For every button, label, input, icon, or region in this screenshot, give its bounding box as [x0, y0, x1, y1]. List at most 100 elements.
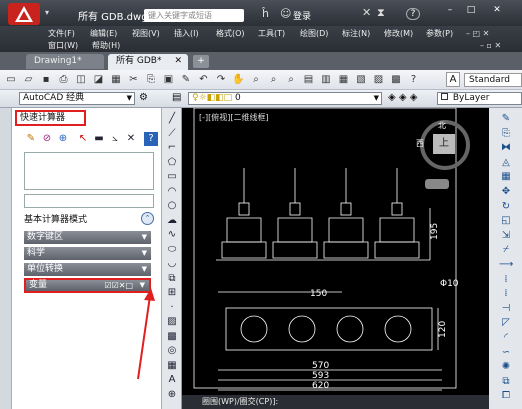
exchange-icon[interactable]: ✕ [362, 6, 371, 19]
mtext-icon[interactable]: A [165, 373, 179, 387]
mode-toggle-button[interactable]: ⌃ [141, 212, 154, 225]
paste-icon[interactable]: ✕ [124, 132, 138, 146]
tab-active[interactable]: 所有 GDB* ✕ [108, 54, 188, 70]
pan-icon[interactable]: ✋ [232, 73, 246, 86]
help-icon[interactable]: ? [144, 132, 158, 146]
login-link[interactable]: 登录 [293, 9, 311, 22]
fillet-icon[interactable]: ◜ [499, 331, 513, 345]
menu-item[interactable]: 视图(V) [132, 28, 160, 39]
zoom-icon[interactable]: ⌕ [249, 73, 263, 86]
copy-icon[interactable]: ⎘ [144, 73, 158, 86]
redo-icon[interactable]: ↷ [214, 73, 228, 86]
ellipse-arc-icon[interactable]: ◡ [165, 257, 179, 271]
section-numpad[interactable]: 数字键区 ▼ [24, 231, 151, 244]
extend-icon[interactable]: ⟶ [499, 258, 513, 272]
workspace-select[interactable]: AutoCAD 经典 ▼ [19, 92, 135, 105]
offset-icon[interactable]: ◬ [499, 156, 513, 170]
app-menu-button[interactable] [8, 3, 40, 25]
rotate-icon[interactable]: ↻ [499, 200, 513, 214]
new-tab-button[interactable]: + [193, 55, 209, 68]
connect-icon[interactable]: ⧗ [377, 6, 385, 20]
copy-icon[interactable]: ⎘ [499, 127, 513, 141]
make-block-icon[interactable]: ⊞ [165, 286, 179, 300]
history-area[interactable] [24, 152, 154, 190]
color-select[interactable]: ByLayer [437, 92, 522, 105]
preview-icon[interactable]: ◫ [74, 73, 88, 86]
clear-icon[interactable]: ✎ [24, 132, 38, 146]
variable-tools-icons[interactable]: ☑☑✕□ [104, 280, 133, 291]
doc-window-controls-2[interactable]: – ▫ ✕ [480, 41, 501, 50]
distance-icon[interactable]: ↖ [76, 132, 90, 146]
ellipse-icon[interactable]: ⬭ [165, 243, 179, 257]
tab-drawing1[interactable]: Drawing1* [26, 54, 104, 69]
undo-icon[interactable]: ↶ [197, 73, 211, 86]
viewcube[interactable]: 上 北 西 [416, 120, 470, 170]
minimize-button[interactable]: – [441, 5, 459, 19]
text-style-icon[interactable]: A [446, 72, 460, 87]
line-icon[interactable]: ╱ [165, 112, 179, 126]
revcloud-icon[interactable]: ☁ [165, 214, 179, 228]
break-icon[interactable]: ⁞ [499, 287, 513, 301]
polyline-icon[interactable]: ⌐ [165, 141, 179, 155]
zoom-window-icon[interactable]: ⌕ [267, 73, 281, 86]
publish-icon[interactable]: ▦ [109, 73, 123, 86]
break-point-icon[interactable]: ⁞ [499, 273, 513, 287]
arc-icon[interactable]: ◠ [165, 185, 179, 199]
menu-item[interactable]: 参数(P) [426, 28, 453, 39]
move-icon[interactable]: ✥ [499, 185, 513, 199]
text-style-select[interactable]: Standard [464, 73, 522, 87]
clear-history-icon[interactable]: ⊘ [40, 132, 54, 146]
binoculars-icon[interactable]: ĥ [262, 7, 269, 20]
construction-line-icon[interactable]: ⟋ [165, 127, 179, 141]
group-icon[interactable]: ⧠ [499, 389, 513, 403]
sheetset-icon[interactable]: ▧ [354, 73, 368, 86]
layer-tools-icons[interactable]: ◈ ◈ ◈ [388, 92, 417, 103]
viewcube-top-face[interactable]: 上 [433, 134, 455, 154]
gradient-icon[interactable]: ▩ [165, 330, 179, 344]
save-icon[interactable]: ▪ [39, 73, 53, 86]
designcenter-icon[interactable]: ▥ [319, 73, 333, 86]
search-input[interactable]: 键入关键字或短语 [144, 9, 244, 22]
workspace-settings-icon[interactable]: ⚙ [139, 92, 148, 103]
help-button[interactable]: ? [406, 8, 420, 20]
menu-item[interactable]: 插入(I) [174, 28, 199, 39]
menu-item[interactable]: 格式(O) [216, 28, 245, 39]
intersection-icon[interactable]: ⦣ [108, 132, 122, 146]
circle-icon[interactable]: ○ [165, 199, 179, 213]
chamfer-icon[interactable]: ◸ [499, 316, 513, 330]
point-icon[interactable]: · [165, 301, 179, 315]
get-coordinates-icon[interactable]: ⊕ [56, 132, 70, 146]
print-icon[interactable]: ⎙ [57, 73, 71, 86]
section-units[interactable]: 单位转换 ▼ [24, 263, 151, 276]
array-icon[interactable]: ▦ [499, 170, 513, 184]
maximize-button[interactable]: □ [462, 5, 480, 19]
user-icon[interactable]: ☺ [280, 7, 291, 20]
rectangle-icon[interactable]: ▭ [165, 170, 179, 184]
menu-item[interactable]: 绘图(D) [300, 28, 328, 39]
scale-icon[interactable]: ◱ [499, 214, 513, 228]
hatch-icon[interactable]: ▨ [165, 315, 179, 329]
trim-icon[interactable]: ⌿ [499, 243, 513, 257]
tab-close-icon[interactable]: ✕ [174, 54, 182, 69]
spline-icon[interactable]: ∿ [165, 228, 179, 242]
quick-access-icons[interactable]: ▾ [45, 8, 65, 18]
zoom-prev-icon[interactable]: ⌕ [284, 73, 298, 86]
table-icon[interactable]: ▦ [165, 359, 179, 373]
polygon-icon[interactable]: ⬠ [165, 156, 179, 170]
menu-item[interactable]: 标注(N) [342, 28, 370, 39]
plot-icon[interactable]: ◪ [92, 73, 106, 86]
menu-item[interactable]: 帮助(H) [92, 40, 120, 51]
add-selected-icon[interactable]: ⊕ [165, 388, 179, 402]
menu-item[interactable]: 编辑(E) [90, 28, 117, 39]
doc-window-controls[interactable]: – ◰ ✕ [466, 29, 489, 38]
open-icon[interactable]: ▱ [22, 73, 36, 86]
section-scientific[interactable]: 科学 ▼ [24, 247, 151, 260]
menu-item[interactable]: 文件(F) [48, 28, 75, 39]
paste-icon[interactable]: ▣ [162, 73, 176, 86]
match-icon[interactable]: ✎ [179, 73, 193, 86]
close-button[interactable]: ✕ [483, 5, 511, 19]
angle-icon[interactable]: ▬ [92, 132, 106, 146]
layer-icon[interactable]: ⧉ [499, 375, 513, 389]
toolpalette-icon[interactable]: ▦ [337, 73, 351, 86]
calc-icon[interactable]: ▩ [389, 73, 403, 86]
